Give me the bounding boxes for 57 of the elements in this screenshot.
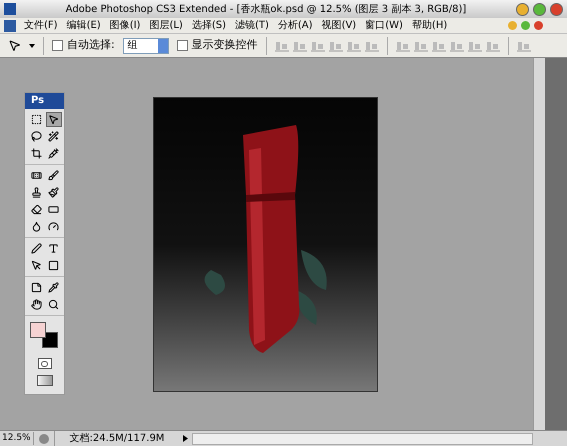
tool-button[interactable] — [46, 112, 62, 127]
menu-item[interactable]: 帮助(H) — [412, 18, 448, 33]
menu-item[interactable]: 窗口(W) — [365, 18, 403, 33]
caret-icon[interactable] — [29, 44, 35, 48]
hand-icon — [30, 299, 42, 310]
brush-icon — [48, 170, 59, 181]
magic-wand-icon — [48, 131, 59, 142]
checkbox-label: 自动选择: — [67, 37, 115, 54]
checkbox[interactable] — [52, 40, 63, 51]
menu-item[interactable]: 分析(A) — [278, 18, 313, 33]
menu-item[interactable]: 滤镜(T) — [234, 18, 269, 33]
note-icon — [30, 282, 42, 293]
menu-item[interactable]: 编辑(E) — [66, 18, 101, 33]
document-icon[interactable] — [4, 20, 16, 32]
marquee-icon — [30, 114, 42, 125]
menu-item[interactable]: 图层(L) — [149, 18, 183, 33]
tool-button[interactable] — [46, 129, 62, 144]
horizontal-scrollbar[interactable] — [192, 432, 533, 444]
checkbox-label: 显示变换控件 — [192, 37, 258, 54]
droplet-icon — [30, 221, 42, 232]
tool-button[interactable] — [46, 185, 62, 200]
foreground-color-swatch[interactable] — [30, 322, 46, 338]
window-title: Adobe Photoshop CS3 Extended - [香水瓶ok.psd @ 12.5% (图层 3 副本 3, RGB/8)] — [64, 2, 468, 16]
screen-mode-icon[interactable] — [36, 375, 52, 386]
rectangle-icon — [48, 260, 59, 271]
eraser-icon — [30, 204, 42, 215]
checkbox[interactable] — [176, 40, 188, 51]
document-size: 文档:24.5M/117.9M — [54, 431, 179, 446]
lasso-icon — [30, 131, 42, 142]
menu-item[interactable]: 图像(I) — [110, 18, 140, 33]
move-icon — [48, 114, 59, 125]
close-button[interactable] — [550, 2, 563, 16]
zoom-icon — [48, 299, 59, 310]
history-brush-icon — [48, 187, 59, 198]
target-dropdown[interactable]: 组 — [122, 38, 169, 54]
move-tool-icon[interactable] — [8, 39, 21, 52]
eyedropper-icon — [48, 282, 59, 293]
menu-item[interactable]: 视图(V) — [322, 18, 356, 33]
tool-button[interactable] — [46, 146, 62, 161]
menu-item[interactable]: 文件(F) — [24, 18, 58, 33]
pen-icon — [30, 243, 42, 254]
app-icon — [4, 3, 16, 15]
minimize-button[interactable] — [516, 2, 529, 16]
close-button[interactable] — [534, 21, 543, 30]
stamp-icon — [30, 187, 42, 198]
toolbox-logo: Ps — [25, 93, 64, 109]
pointer-icon — [30, 260, 42, 271]
quick-mask-icon[interactable] — [38, 358, 52, 369]
maximize-button[interactable] — [533, 2, 546, 16]
crop-icon — [30, 148, 42, 159]
zoom-field[interactable]: 12.5% — [0, 432, 34, 446]
menu-item[interactable]: 选择(S) — [192, 18, 226, 33]
status-menu-arrow-icon[interactable] — [183, 435, 188, 442]
tool-button[interactable] — [46, 168, 62, 183]
scrollbar-track[interactable] — [533, 58, 545, 430]
bandage-icon — [30, 170, 42, 181]
type-icon — [48, 243, 59, 254]
